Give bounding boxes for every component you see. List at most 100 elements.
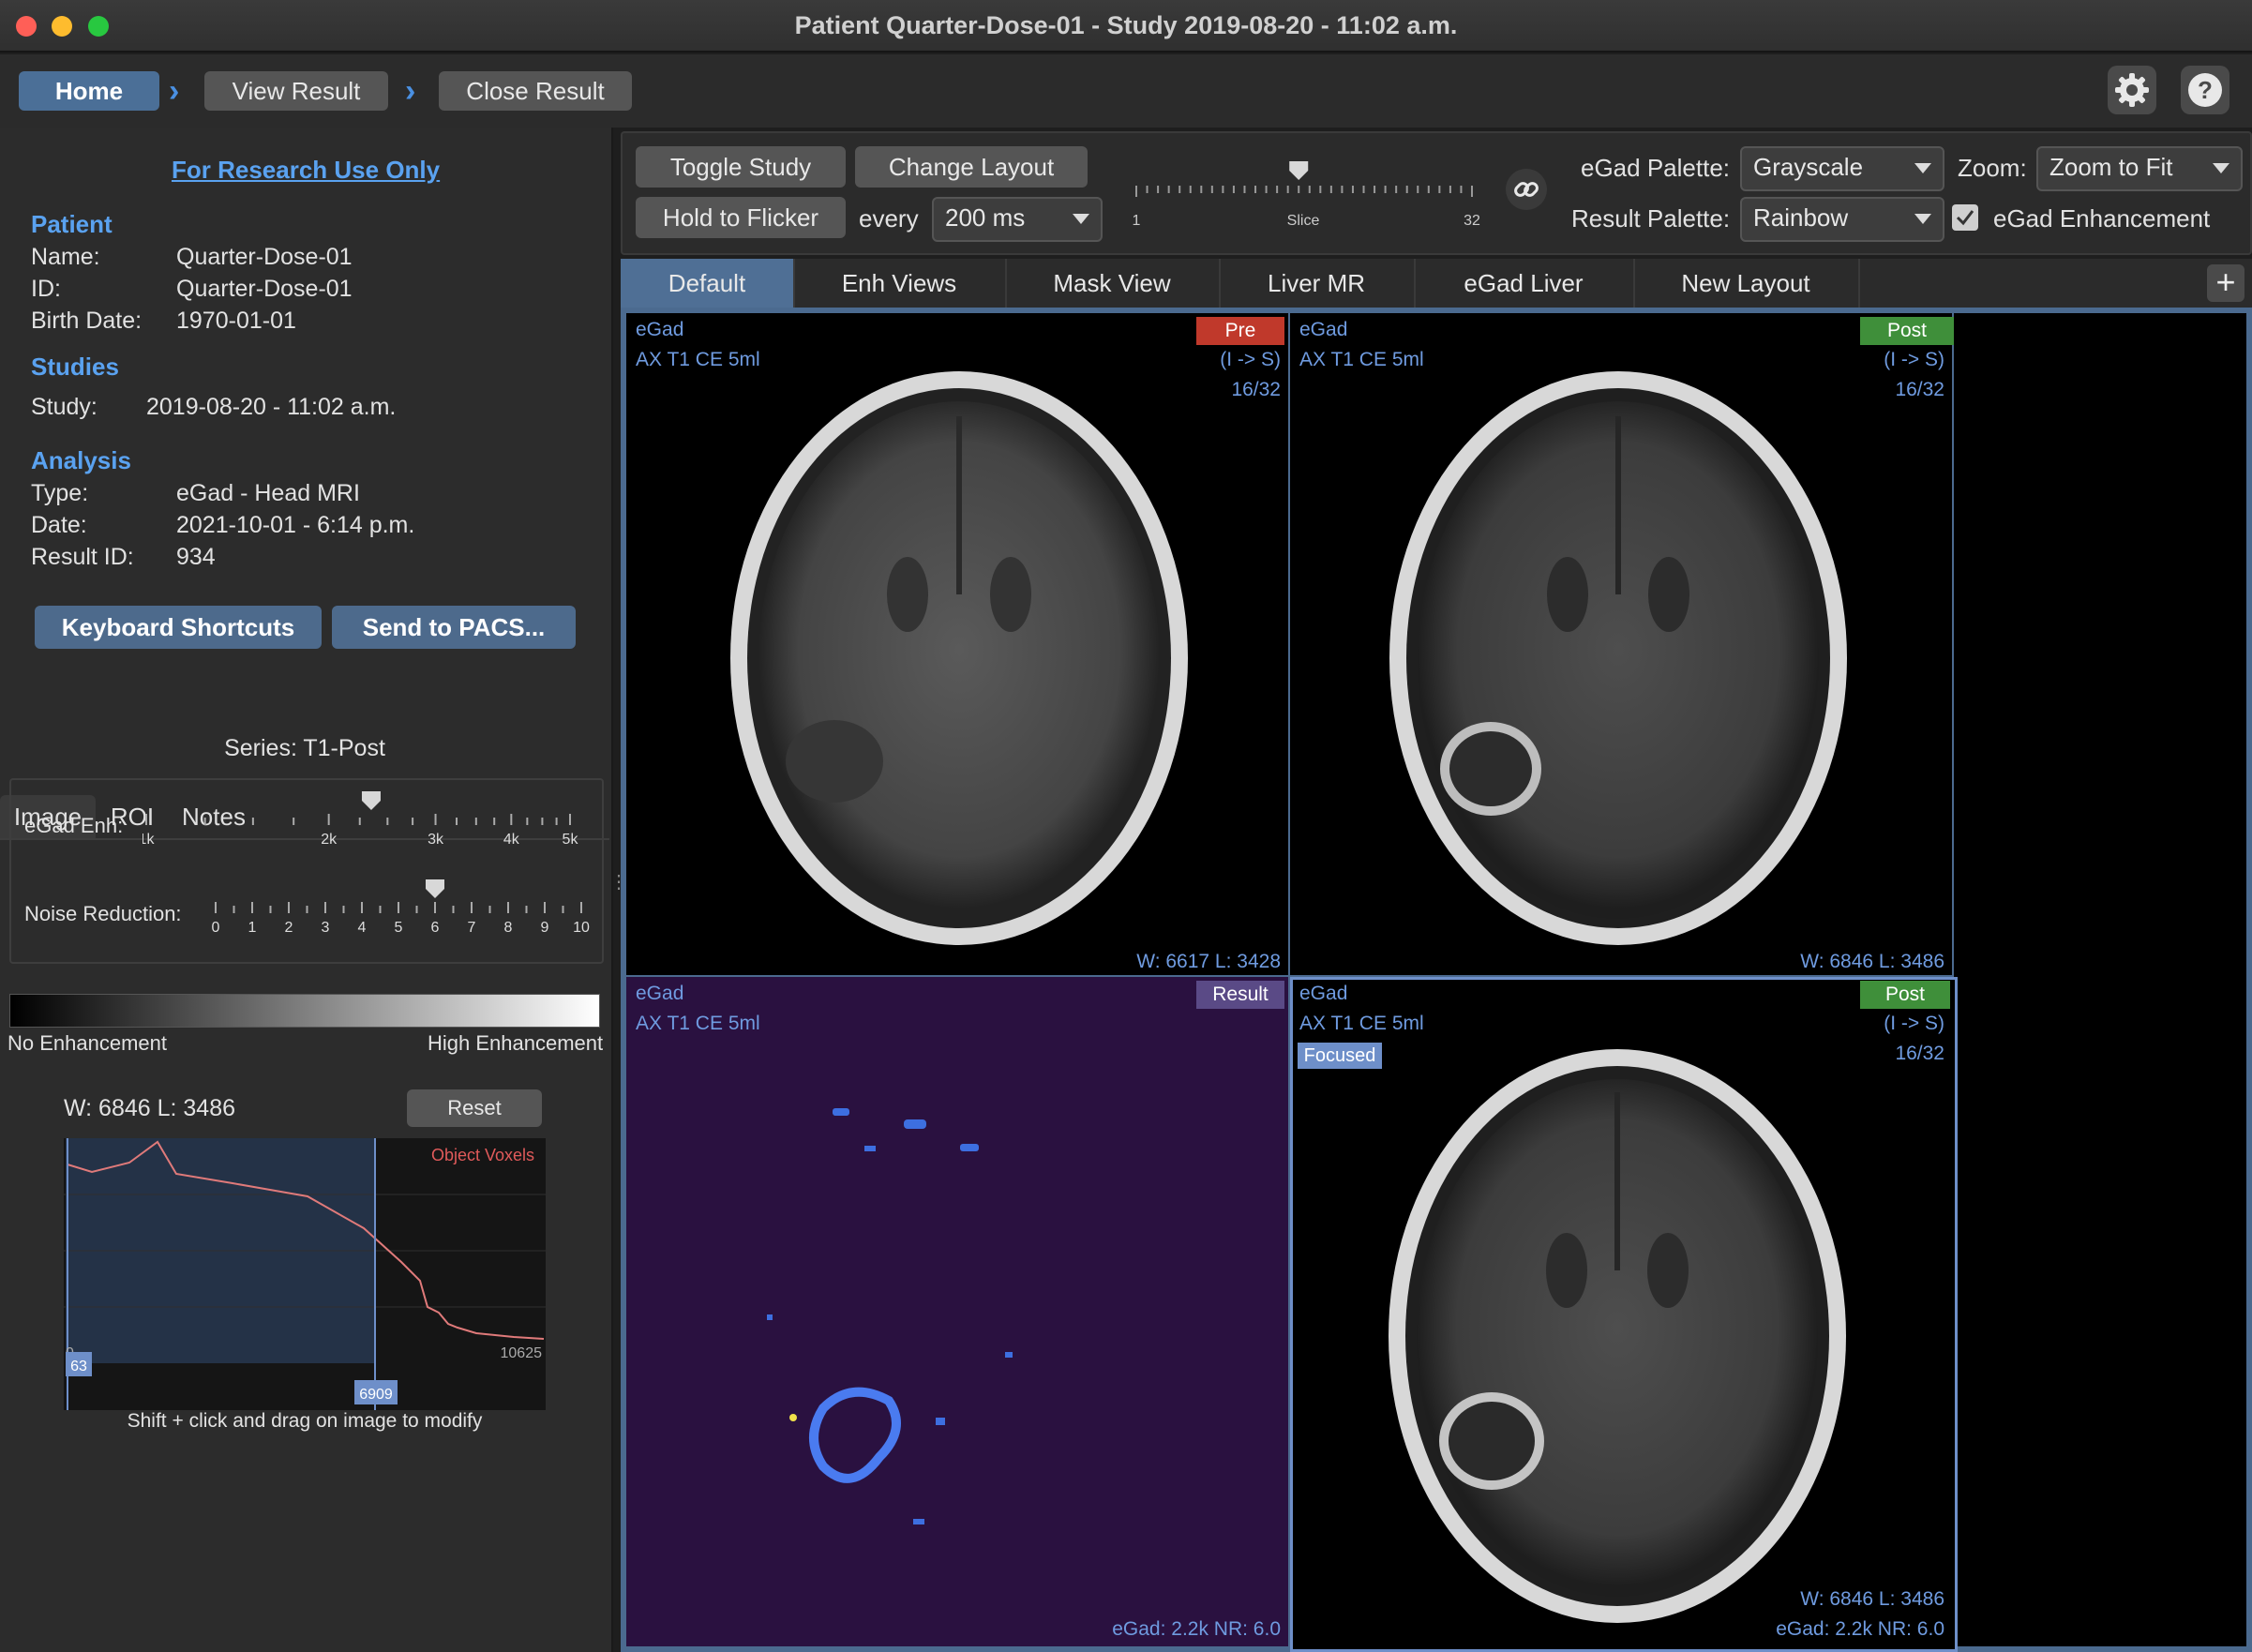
slider-tick-label: 1k (143, 832, 155, 848)
panel-splitter-handle[interactable]: ⋮ (609, 873, 628, 906)
slice-thumb[interactable] (1289, 161, 1309, 180)
result-badge: Result (1196, 981, 1284, 1009)
change-layout-button[interactable]: Change Layout (855, 146, 1088, 188)
egad-enhancement-checkbox[interactable] (1952, 204, 1978, 231)
egad-enhancement-label: eGad Enhancement (1993, 204, 2211, 233)
viewport-post[interactable] (1290, 313, 1952, 975)
brain-mri-image (730, 371, 1188, 945)
view-result-button[interactable]: View Result (204, 71, 388, 111)
tab-egad-liver[interactable]: eGad Liver (1414, 259, 1635, 308)
sync-link-button[interactable] (1506, 169, 1547, 210)
egad-enh-thumb[interactable] (361, 791, 381, 810)
histogram[interactable]: Object Voxels 0 10625 63 6909 (64, 1138, 546, 1410)
slider-tick-label: 4 (358, 920, 367, 936)
image-viewer: eGad AX T1 CE 5ml Pre (I -> S) 16/32 W: … (621, 308, 2252, 1652)
slider-tick-label: 2 (285, 920, 293, 936)
viewer-controls: Toggle Study Change Layout Hold to Flick… (621, 131, 2252, 255)
tab-new-layout[interactable]: New Layout (1633, 259, 1860, 308)
tab-mask-view[interactable]: Mask View (1005, 259, 1221, 308)
vp4-orientation: (I -> S) (1884, 1013, 1944, 1034)
zoom-select[interactable]: Zoom to Fit (2036, 146, 2243, 191)
hold-to-flicker-button[interactable]: Hold to Flicker (636, 197, 846, 238)
viewport-post-focused[interactable] (1290, 977, 1958, 1652)
patient-id-label: ID: (31, 276, 61, 302)
viewport-result[interactable] (626, 977, 1288, 1646)
sliders-box: eGad Enh: 1k 2k 3k 4k 5k Noise Reduction: 0 1… (9, 778, 604, 964)
vp3-series: AX T1 CE 5ml (636, 1013, 760, 1034)
tab-liver-mr[interactable]: Liver MR (1219, 259, 1416, 308)
type-label: Type: (31, 480, 89, 506)
vp1-window-level: W: 6617 L: 3428 (1136, 951, 1281, 972)
post-badge: Post (1860, 981, 1950, 1009)
zoom-label: Zoom: (1958, 154, 2027, 182)
close-result-button[interactable]: Close Result (439, 71, 632, 111)
left-panel: For Research Use Only Patient Name: Quar… (0, 128, 628, 1652)
title-bar: Patient Quarter-Dose-01 - Study 2019-08-… (0, 0, 2252, 53)
noise-reduction-thumb[interactable] (426, 879, 444, 898)
vp1-orientation: (I -> S) (1220, 349, 1281, 370)
date-label: Date: (31, 512, 87, 538)
checkmark-icon (1956, 210, 1974, 226)
tab-default[interactable]: Default (621, 259, 795, 308)
every-label: every (859, 204, 919, 233)
help-button[interactable]: ? (2181, 66, 2229, 114)
vp2-slice: 16/32 (1895, 379, 1944, 400)
noise-reduction-slider[interactable]: 0 1 2 3 4 5 6 7 8 9 10 (204, 878, 598, 953)
brain-mri-image (1389, 371, 1847, 945)
studies-heading: Studies (31, 353, 119, 381)
viewer-empty-area (1954, 313, 2246, 1646)
home-button[interactable]: Home (19, 71, 159, 111)
vp2-window-level: W: 6846 L: 3486 (1800, 951, 1944, 972)
slice-min: 1 (1133, 213, 1141, 229)
add-layout-button[interactable]: + (2207, 264, 2244, 302)
layout-tabs: Default Enh Views Mask View Liver MR eGa… (621, 259, 2252, 308)
gradient-low-label: No Enhancement (8, 1031, 167, 1055)
chevron-down-icon (1914, 163, 1931, 173)
toggle-study-button[interactable]: Toggle Study (636, 146, 846, 188)
vp2-series: AX T1 CE 5ml (1299, 349, 1424, 370)
chevron-right-icon: › (169, 73, 180, 109)
analysis-date: 2021-10-01 - 6:14 p.m. (176, 512, 415, 538)
window-level-readout: W: 6846 L: 3486 (64, 1095, 236, 1121)
viewport-pre[interactable] (626, 313, 1288, 975)
vp4-window-level: W: 6846 L: 3486 (1800, 1588, 1944, 1610)
svg-text:?: ? (2198, 76, 2213, 104)
slider-tick-label: 8 (504, 920, 513, 936)
histogram-max: 10625 (501, 1345, 543, 1361)
flicker-interval-select[interactable]: 200 ms (932, 197, 1103, 242)
result-palette-value: Rainbow (1753, 203, 1849, 232)
slider-tick-label: 5k (563, 832, 579, 848)
vp4-app: eGad (1299, 983, 1348, 1004)
chevron-right-icon: › (405, 73, 416, 109)
slice-max: 32 (1464, 213, 1480, 229)
send-to-pacs-button[interactable]: Send to PACS... (332, 606, 576, 649)
study-value: 2019-08-20 - 11:02 a.m. (146, 394, 397, 420)
result-id: 934 (176, 544, 216, 570)
patient-id: Quarter-Dose-01 (176, 276, 353, 302)
vp3-parameters: eGad: 2.2k NR: 6.0 (1112, 1618, 1281, 1640)
vp2-orientation: (I -> S) (1884, 349, 1944, 370)
vp4-series: AX T1 CE 5ml (1299, 1013, 1424, 1034)
low-threshold-value: 63 (70, 1359, 87, 1374)
chevron-down-icon (1914, 214, 1931, 224)
vp1-app: eGad (636, 319, 684, 340)
tab-enh-views[interactable]: Enh Views (793, 259, 1007, 308)
egad-enh-slider[interactable]: 1k 2k 3k 4k 5k (143, 789, 593, 864)
slider-tick-label: 4k (503, 832, 520, 848)
plus-icon: + (2215, 263, 2236, 301)
research-use-link[interactable]: For Research Use Only (172, 156, 440, 185)
reset-button[interactable]: Reset (407, 1089, 542, 1127)
settings-button[interactable] (2108, 66, 2156, 114)
slice-slider[interactable]: 1 Slice 32 (1125, 152, 1481, 236)
keyboard-shortcuts-button[interactable]: Keyboard Shortcuts (35, 606, 322, 649)
slider-tick-label: 2k (321, 832, 338, 848)
histogram-legend: Object Voxels (431, 1146, 534, 1164)
vp1-series: AX T1 CE 5ml (636, 349, 760, 370)
patient-name: Quarter-Dose-01 (176, 244, 353, 270)
analysis-type: eGad - Head MRI (176, 480, 360, 506)
high-threshold-value: 6909 (359, 1387, 393, 1403)
patient-name-label: Name: (31, 244, 100, 270)
vp1-slice: 16/32 (1231, 379, 1281, 400)
result-palette-select[interactable]: Rainbow (1740, 197, 1944, 242)
egad-palette-select[interactable]: Grayscale (1740, 146, 1944, 191)
